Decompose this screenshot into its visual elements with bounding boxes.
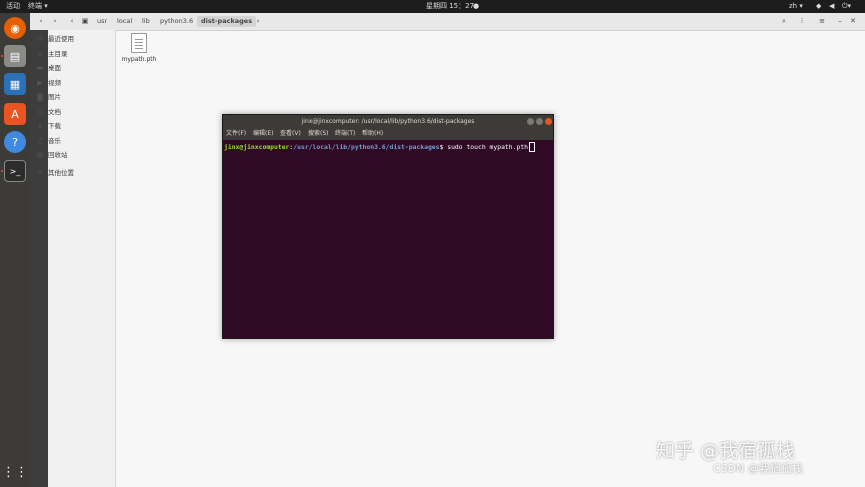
text-cursor xyxy=(529,142,536,152)
terminal-menubar: 文件(F) 编辑(E) 查看(V) 搜索(S) 终端(T) 帮助(H) xyxy=(223,128,553,140)
breadcrumb-dist-packages[interactable]: dist-packages xyxy=(197,16,257,27)
header-bar: usr local lib python3.6 dist-packages › … xyxy=(97,13,865,31)
prompt-symbol: $ xyxy=(439,143,444,151)
home-icon: ⌂ xyxy=(37,50,43,58)
terminal-app-menu[interactable]: 终端 ▾ xyxy=(28,2,48,11)
menu-search[interactable]: 搜索(S) xyxy=(308,128,329,140)
volume-icon[interactable]: ◀ xyxy=(829,2,834,11)
terminal-window[interactable]: jinx@jinxcomputer: /usr/local/lib/python… xyxy=(222,114,554,339)
text-file-icon xyxy=(131,33,147,53)
writer-icon[interactable]: ▦ xyxy=(4,73,26,95)
sidebar-item-recent[interactable]: ◷ 最近使用 xyxy=(37,33,115,46)
places-sidebar: ‹ › ‹ ▣ ◷ 最近使用 ⌂ 主目录 ▬ 桌面 ▶ 视频 ◙ 图片 ▯ 文档… xyxy=(30,13,116,487)
input-language-indicator[interactable]: zh ▾ xyxy=(789,2,803,11)
music-icon: ♫ xyxy=(36,137,44,145)
minimize-icon[interactable]: – xyxy=(835,16,845,27)
back-icon[interactable]: ‹ xyxy=(36,16,46,27)
network-icon[interactable]: ◆ xyxy=(816,2,821,11)
clock-icon: ◷ xyxy=(36,35,44,43)
drive-icon[interactable]: ▣ xyxy=(80,16,90,27)
sidebar-item-home[interactable]: ⌂ 主目录 xyxy=(38,48,115,61)
sidebar-item-label: 文档 xyxy=(48,108,61,116)
camera-icon: ◙ xyxy=(36,93,44,101)
path-right-icon[interactable]: › xyxy=(253,16,263,27)
prompt-path: /usr/local/lib/python3.6/dist-packages xyxy=(293,143,440,151)
sidebar-item-documents[interactable]: ▯ 文档 xyxy=(38,106,115,119)
sidebar-item-trash[interactable]: ▥ 回收站 xyxy=(37,149,115,162)
power-icon[interactable]: ⏻▾ xyxy=(842,2,851,11)
sidebar-item-label: 主目录 xyxy=(48,50,68,58)
running-indicator xyxy=(1,170,3,172)
sidebar-item-desktop[interactable]: ▬ 桌面 xyxy=(37,62,115,75)
activities-button[interactable]: 活动 xyxy=(6,2,20,11)
sidebar-item-label: 音乐 xyxy=(48,137,61,145)
csdn-watermark: CSDN @我宿孤栈 xyxy=(713,462,803,475)
dock: ◉ ▤ ▦ A ? >_ ⋮⋮ xyxy=(0,13,30,487)
trash-icon: ▥ xyxy=(36,151,44,159)
menu-file[interactable]: 文件(F) xyxy=(226,128,246,140)
close-icon[interactable]: ✕ xyxy=(848,16,858,27)
notification-dot-icon: ● xyxy=(473,2,480,10)
sidebar-item-label: 下载 xyxy=(48,122,61,130)
video-icon: ▶ xyxy=(37,79,43,87)
prompt-user: jinx@jinxcomputer xyxy=(224,143,290,151)
help-icon[interactable]: ? xyxy=(4,131,26,153)
file-item[interactable]: mypath.pth xyxy=(119,33,159,67)
download-icon: ↓ xyxy=(37,122,43,130)
terminal-command: sudo touch mypath.pth xyxy=(447,143,529,151)
top-bar: 活动 终端 ▾ 星期四 15：27 ● zh ▾ ◆ ◀ ⏻▾ xyxy=(0,0,865,13)
sidebar-item-label: 图片 xyxy=(48,93,61,101)
search-icon[interactable]: ⌕ xyxy=(779,16,789,27)
minimize-icon[interactable] xyxy=(527,118,534,125)
sidebar-item-label: 其他位置 xyxy=(48,169,74,177)
software-icon[interactable]: A xyxy=(4,103,26,125)
sidebar-item-label: 回收站 xyxy=(48,151,68,159)
running-indicator xyxy=(1,55,3,57)
show-applications-icon[interactable]: ⋮⋮ xyxy=(2,461,28,483)
menu-edit[interactable]: 编辑(E) xyxy=(253,128,273,140)
menu-terminal[interactable]: 终端(T) xyxy=(335,128,355,140)
files-icon[interactable]: ▤ xyxy=(4,45,26,67)
file-name: mypath.pth xyxy=(121,56,157,63)
breadcrumb-lib[interactable]: lib xyxy=(138,16,154,27)
zhihu-watermark: 知乎 @我宿孤栈 xyxy=(656,440,796,462)
document-icon: ▯ xyxy=(38,108,42,116)
sidebar-item-label: 视频 xyxy=(48,79,61,87)
close-icon[interactable] xyxy=(545,118,552,125)
sidebar-item-label: 最近使用 xyxy=(48,35,74,43)
clock[interactable]: 星期四 15：27 xyxy=(426,2,474,11)
sidebar-item-videos[interactable]: ▶ 视频 xyxy=(37,77,115,90)
menu-icon[interactable]: ≡ xyxy=(817,16,827,27)
terminal-title: jinx@jinxcomputer: /usr/local/lib/python… xyxy=(223,115,553,128)
menu-view[interactable]: 查看(V) xyxy=(280,128,301,140)
breadcrumb-python[interactable]: python3.6 xyxy=(156,16,197,27)
menu-help[interactable]: 帮助(H) xyxy=(362,128,383,140)
view-options-icon[interactable]: ⁝ xyxy=(797,16,807,27)
sidebar-item-pictures[interactable]: ◙ 图片 xyxy=(37,91,115,104)
breadcrumb-usr[interactable]: usr xyxy=(93,16,111,27)
maximize-icon[interactable] xyxy=(536,118,543,125)
forward-icon[interactable]: › xyxy=(50,16,60,27)
breadcrumb-local[interactable]: local xyxy=(113,16,136,27)
terminal-output[interactable]: jinx@jinxcomputer:/usr/local/lib/python3… xyxy=(224,142,536,152)
folder-icon: ▬ xyxy=(36,64,44,72)
sidebar-item-downloads[interactable]: ↓ 下载 xyxy=(37,120,115,133)
firefox-icon[interactable]: ◉ xyxy=(4,17,26,39)
path-left-icon[interactable]: ‹ xyxy=(67,16,77,27)
sidebar-item-label: 桌面 xyxy=(48,64,61,72)
terminal-icon[interactable]: >_ xyxy=(4,160,26,182)
sidebar-item-other-locations[interactable]: + 其他位置 xyxy=(37,167,115,180)
plus-icon: + xyxy=(37,169,43,177)
sidebar-item-music[interactable]: ♫ 音乐 xyxy=(37,135,115,148)
